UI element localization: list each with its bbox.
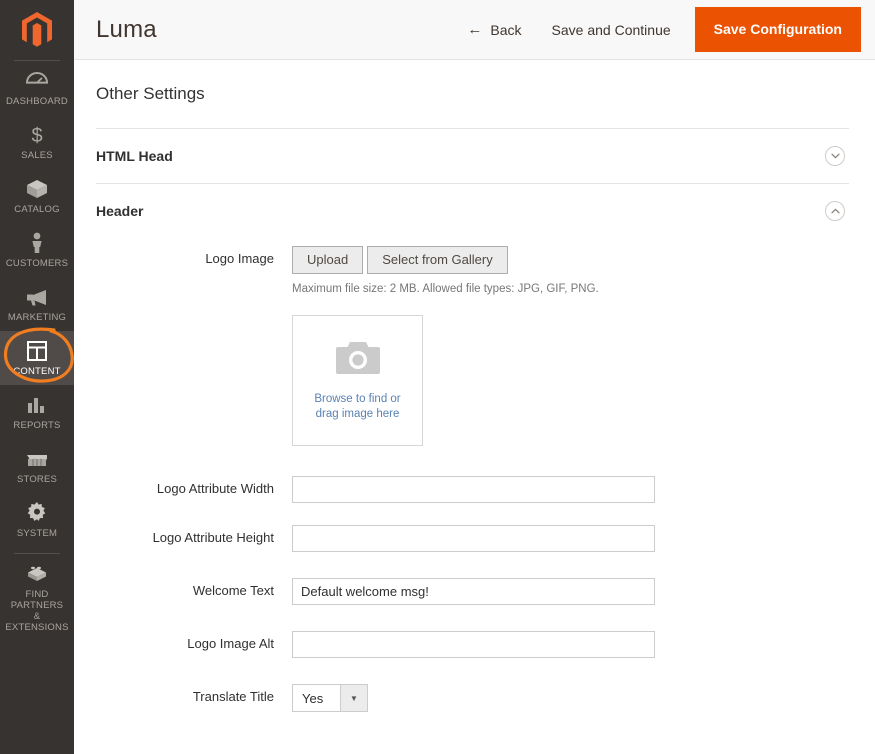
sidebar-item-label: REPORTS xyxy=(13,420,60,431)
sidebar-item-label-line2: & EXTENSIONS xyxy=(5,611,68,633)
dropzone-text: Browse to find or drag image here xyxy=(314,392,400,422)
upload-button[interactable]: Upload xyxy=(292,246,363,274)
main-area: Luma ← Back Save and Continue Save Confi… xyxy=(74,0,875,754)
logo-image-alt-input[interactable] xyxy=(292,631,655,658)
sidebar-item-stores[interactable]: STORES xyxy=(0,439,74,493)
sidebar-item-system[interactable]: SYSTEM xyxy=(0,493,74,547)
logo-image-note: Maximum file size: 2 MB. Allowed file ty… xyxy=(292,283,849,295)
sidebar-item-label: MARKETING xyxy=(8,312,66,323)
field-label-logo-attribute-width: Logo Attribute Width xyxy=(96,476,292,502)
header-settings-form: Logo Image Upload Select from Gallery Ma… xyxy=(96,238,849,712)
sidebar-item-reports[interactable]: REPORTS xyxy=(0,385,74,439)
field-label-logo-image-alt: Logo Image Alt xyxy=(96,631,292,657)
chevron-down-icon[interactable] xyxy=(825,146,845,166)
admin-sidebar: DASHBOARD $ SALES CATALOG CUSTOMERS xyxy=(0,0,74,754)
sidebar-item-label: SYSTEM xyxy=(17,528,57,539)
select-from-gallery-button[interactable]: Select from Gallery xyxy=(367,246,508,274)
sidebar-item-label: CATALOG xyxy=(14,204,59,215)
box-icon xyxy=(26,178,48,200)
page-header: Luma ← Back Save and Continue Save Confi… xyxy=(74,0,875,60)
accordion-html-head-header[interactable]: HTML Head xyxy=(96,129,849,183)
save-configuration-button[interactable]: Save Configuration xyxy=(695,7,861,52)
sidebar-item-customers[interactable]: CUSTOMERS xyxy=(0,223,74,277)
sidebar-item-label: DASHBOARD xyxy=(6,96,68,107)
chevron-down-icon[interactable]: ▼ xyxy=(340,685,367,711)
sidebar-item-label: FIND PARTNERS & EXTENSIONS xyxy=(2,589,72,633)
field-label-welcome-text: Welcome Text xyxy=(96,578,292,604)
translate-title-select[interactable]: Yes ▼ xyxy=(292,684,368,712)
dollar-sign-icon: $ xyxy=(30,124,44,146)
sidebar-item-label: CUSTOMERS xyxy=(6,258,68,269)
field-control-logo-image: Upload Select from Gallery Maximum file … xyxy=(292,246,849,446)
bar-chart-icon xyxy=(26,394,48,416)
sidebar-item-label: CONTENT xyxy=(13,366,60,377)
logo-image-dropzone[interactable]: Browse to find or drag image here xyxy=(292,315,423,446)
sidebar-item-label-line1: FIND PARTNERS xyxy=(11,589,63,611)
camera-icon xyxy=(334,339,382,382)
accordion-header: Header Logo Image Upload Select from Gal… xyxy=(96,183,849,712)
page-section-title: Other Settings xyxy=(96,84,849,104)
page-title: Luma xyxy=(96,16,157,44)
field-row-logo-attribute-width: Logo Attribute Width xyxy=(96,476,849,503)
svg-text:$: $ xyxy=(31,125,42,146)
sidebar-item-sales[interactable]: $ SALES xyxy=(0,115,74,169)
field-row-logo-image-alt: Logo Image Alt xyxy=(96,631,849,658)
admin-page: DASHBOARD $ SALES CATALOG CUSTOMERS xyxy=(0,0,875,754)
sidebar-item-content[interactable]: CONTENT xyxy=(0,331,74,385)
logo-attribute-width-input[interactable] xyxy=(292,476,655,503)
accordion-title: HTML Head xyxy=(96,148,173,164)
dashboard-gauge-icon xyxy=(26,70,48,92)
storefront-icon xyxy=(25,448,49,470)
sidebar-item-catalog[interactable]: CATALOG xyxy=(0,169,74,223)
chevron-up-icon[interactable] xyxy=(825,201,845,221)
gear-icon xyxy=(26,502,48,524)
accordion-header-header[interactable]: Header xyxy=(96,184,849,238)
dropzone-text-line1: Browse to find or xyxy=(314,393,400,405)
layout-pages-icon xyxy=(27,340,47,362)
field-label-translate-title: Translate Title xyxy=(96,684,292,710)
magento-logo-icon xyxy=(22,12,52,48)
sidebar-item-find-partners-extensions[interactable]: FIND PARTNERS & EXTENSIONS xyxy=(0,554,74,641)
sidebar-item-label: SALES xyxy=(21,150,53,161)
back-button[interactable]: ← Back xyxy=(453,22,535,38)
back-button-label: Back xyxy=(490,22,521,38)
person-icon xyxy=(30,232,44,254)
header-actions: ← Back Save and Continue Save Configurat… xyxy=(453,0,875,60)
save-and-continue-button[interactable]: Save and Continue xyxy=(536,22,687,38)
dropzone-text-line2: drag image here xyxy=(316,408,400,420)
translate-title-value: Yes xyxy=(293,685,340,711)
accordion-title: Header xyxy=(96,203,143,219)
magento-logo[interactable] xyxy=(0,0,74,60)
field-row-logo-image: Logo Image Upload Select from Gallery Ma… xyxy=(96,246,849,446)
sidebar-item-label: STORES xyxy=(17,474,57,485)
welcome-text-input[interactable] xyxy=(292,578,655,605)
logo-attribute-height-input[interactable] xyxy=(292,525,655,552)
megaphone-icon xyxy=(25,286,49,308)
field-row-translate-title: Translate Title Yes ▼ xyxy=(96,684,849,712)
content-area: Other Settings HTML Head Header xyxy=(74,60,875,712)
accordion-html-head: HTML Head xyxy=(96,128,849,183)
sidebar-item-marketing[interactable]: MARKETING xyxy=(0,277,74,331)
field-row-logo-attribute-height: Logo Attribute Height xyxy=(96,525,849,552)
logo-image-button-group: Upload Select from Gallery xyxy=(292,246,849,274)
field-label-logo-attribute-height: Logo Attribute Height xyxy=(96,525,292,551)
blocks-icon xyxy=(26,563,48,585)
sidebar-item-dashboard[interactable]: DASHBOARD xyxy=(0,61,74,115)
field-row-welcome-text: Welcome Text xyxy=(96,578,849,605)
arrow-left-icon: ← xyxy=(467,22,482,37)
field-label-logo-image: Logo Image xyxy=(96,246,292,272)
